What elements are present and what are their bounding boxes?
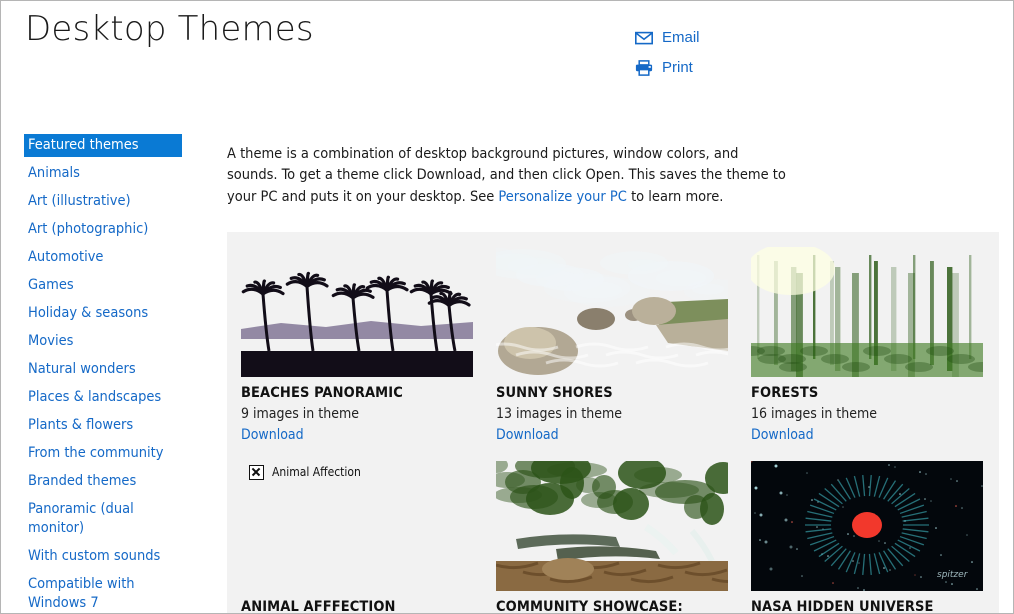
broken-image-alt-text: Animal Affection xyxy=(272,465,361,479)
theme-download-link[interactable]: Download xyxy=(751,426,814,445)
theme-download-link[interactable]: Download xyxy=(496,426,559,445)
page-title: Desktop Themes xyxy=(25,9,314,49)
theme-thumbnail[interactable]: spitzer xyxy=(751,461,983,591)
theme-thumbnail[interactable] xyxy=(496,461,728,591)
sidebar-item-from-the-community[interactable]: From the community xyxy=(24,442,182,465)
print-link[interactable]: Print xyxy=(635,57,700,79)
email-link[interactable]: Email xyxy=(635,27,700,49)
sidebar-item-automotive[interactable]: Automotive xyxy=(24,246,182,269)
theme-image-count: 9 images in theme xyxy=(241,406,359,422)
sidebar-item-animals[interactable]: Animals xyxy=(24,162,182,185)
theme-title: COMMUNITY SHOWCASE: xyxy=(496,599,683,614)
personalize-your-pc-link[interactable]: Personalize your PC xyxy=(498,189,627,205)
sidebar-item-featured-themes[interactable]: Featured themes xyxy=(24,134,182,157)
email-label: Email xyxy=(662,29,700,46)
theme-download-link[interactable]: Download xyxy=(241,426,304,445)
desktop-themes-page: Desktop Themes Email Print Featured them… xyxy=(0,0,1014,614)
envelope-icon xyxy=(635,30,653,46)
page-actions: Email Print xyxy=(635,27,700,79)
sidebar-item-compatible-with-windows-7[interactable]: Compatible with Windows 7 xyxy=(24,573,182,613)
sidebar-item-natural-wonders[interactable]: Natural wonders xyxy=(24,358,182,381)
theme-card: SUNNY SHORES 13 images in theme Download xyxy=(496,247,736,445)
page-header: Desktop Themes Email Print xyxy=(1,1,1013,119)
theme-title: NASA HIDDEN UNIVERSE xyxy=(751,599,934,614)
theme-title: SUNNY SHORES xyxy=(496,385,613,401)
sidebar-item-movies[interactable]: Movies xyxy=(24,330,182,353)
theme-title: BEACHES PANORAMIC xyxy=(241,385,403,401)
theme-thumbnail[interactable] xyxy=(751,247,983,377)
main-content: A theme is a combination of desktop back… xyxy=(227,129,999,614)
sidebar-item-plants-flowers[interactable]: Plants & flowers xyxy=(24,414,182,437)
broken-image-icon xyxy=(249,464,264,480)
sidebar-item-with-custom-sounds[interactable]: With custom sounds xyxy=(24,545,182,568)
theme-image-count: 13 images in theme xyxy=(496,406,622,422)
sidebar-item-art-photographic[interactable]: Art (photographic) xyxy=(24,218,182,241)
theme-panel: BEACHES PANORAMIC 9 images in theme Downlo… xyxy=(227,232,999,614)
theme-image-count: 16 images in theme xyxy=(751,406,877,422)
svg-text:spitzer: spitzer xyxy=(937,570,969,580)
sidebar-item-art-illustrative[interactable]: Art (illustrative) xyxy=(24,190,182,213)
sidebar-item-games[interactable]: Games xyxy=(24,274,182,297)
category-sidebar: Featured themes Animals Art (illustrative)… xyxy=(24,134,182,613)
sidebar-item-branded-themes[interactable]: Branded themes xyxy=(24,470,182,493)
theme-card: spitzer NASA HIDDEN UNIVERSE xyxy=(751,461,991,614)
theme-card: FORESTS 16 images in theme Download xyxy=(751,247,991,445)
sidebar-item-places-landscapes[interactable]: Places & landscapes xyxy=(24,386,182,409)
theme-title: ANIMAL AFFFECTION xyxy=(241,599,396,614)
printer-icon xyxy=(635,60,653,76)
theme-card: COMMUNITY SHOWCASE: xyxy=(496,461,736,614)
theme-card: Animal AffectionANIMAL AFFFECTION14 imag… xyxy=(241,461,481,614)
sidebar-item-panoramic-dual-monitor[interactable]: Panoramic (dual monitor) xyxy=(24,498,182,540)
print-label: Print xyxy=(662,59,693,76)
intro-text-after: to learn more. xyxy=(626,188,724,205)
sidebar-item-holiday-seasons[interactable]: Holiday & seasons xyxy=(24,302,182,325)
intro-paragraph: A theme is a combination of desktop back… xyxy=(227,144,793,209)
theme-thumbnail[interactable] xyxy=(496,247,728,377)
theme-card: BEACHES PANORAMIC 9 images in theme Downlo… xyxy=(241,247,481,445)
theme-title: FORESTS xyxy=(751,385,819,401)
broken-image-placeholder: Animal Affection xyxy=(241,461,473,483)
thumbnail-spacer xyxy=(241,483,481,591)
theme-thumbnail[interactable] xyxy=(241,247,473,377)
theme-grid: BEACHES PANORAMIC 9 images in theme Downlo… xyxy=(241,247,999,614)
